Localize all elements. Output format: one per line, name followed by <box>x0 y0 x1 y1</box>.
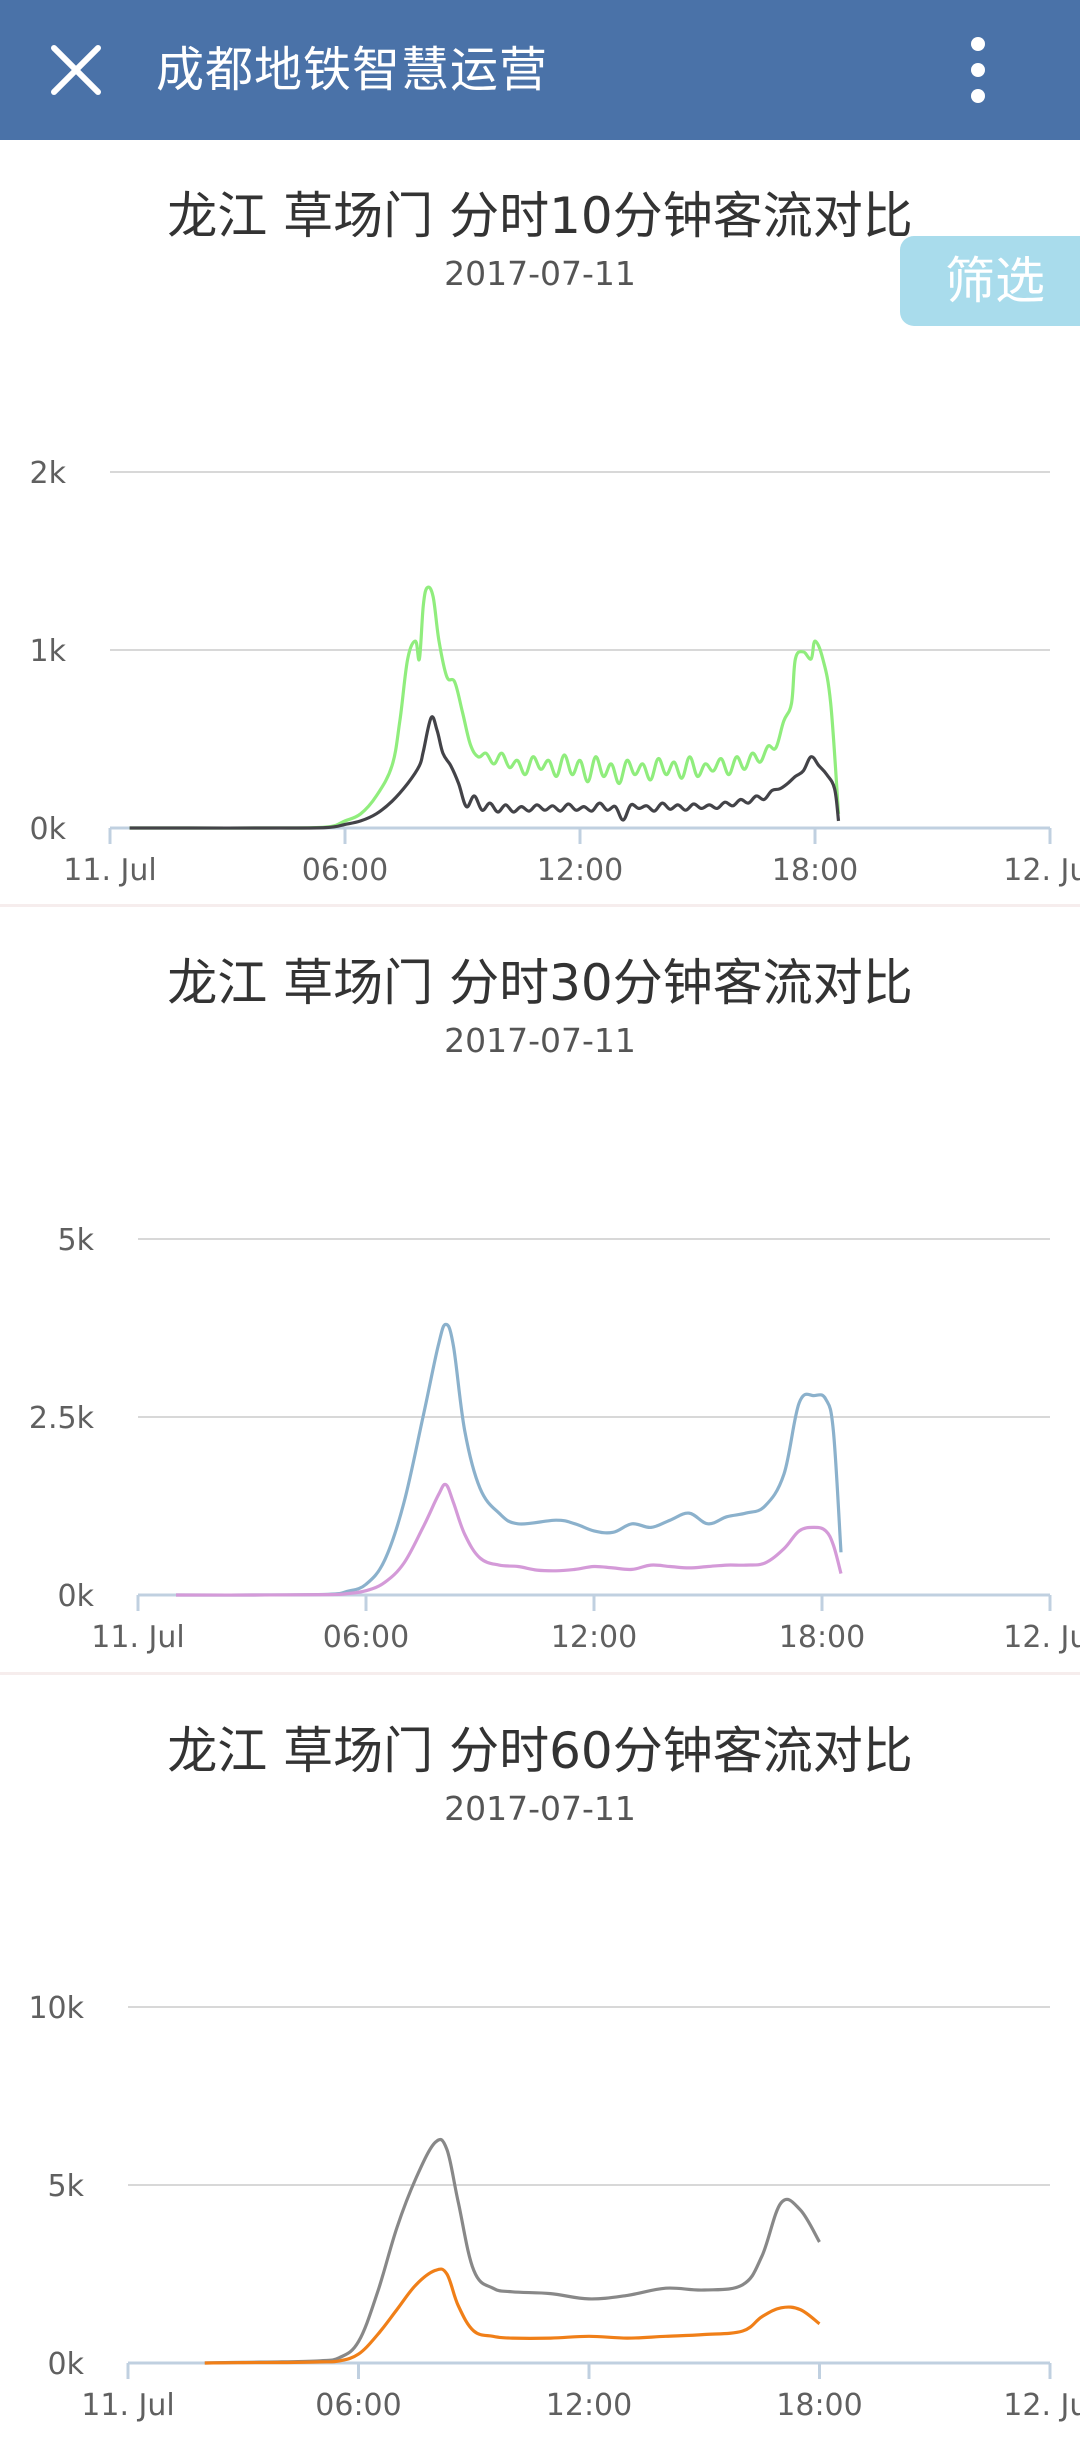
y-tick-label: 0k <box>58 1579 95 1614</box>
x-tick-label: 18:00 <box>776 2388 862 2423</box>
x-tick-label: 06:00 <box>323 1620 409 1655</box>
line-chart-30min: 0k2.5k5k11. Jul06:0012:0018:0012. Jul龙江草… <box>29 1223 1080 1655</box>
x-tick-label: 12:00 <box>546 2388 632 2423</box>
more-vertical-icon[interactable] <box>948 30 1008 110</box>
x-tick-label: 18:00 <box>779 1620 865 1655</box>
y-tick-label: 2k <box>30 456 67 491</box>
x-tick-label: 11. Jul <box>91 1620 184 1655</box>
app-title: 成都地铁智慧运营 <box>156 42 549 98</box>
app-bar: 成都地铁智慧运营 <box>0 0 1080 140</box>
y-tick-label: 5k <box>48 2169 85 2204</box>
x-tick-label: 12. Jul <box>1003 2388 1080 2423</box>
x-tick-label: 06:00 <box>302 853 388 888</box>
close-icon[interactable] <box>40 34 112 106</box>
series-line-1 <box>129 715 841 830</box>
chart-section-60min: 龙江 草场门 分时60分钟客流对比 2017-07-11 0k 5k 10k 11. … <box>0 1675 1080 2441</box>
x-tick-label: 12. Jul <box>1003 853 1080 888</box>
y-tick-label: 1k <box>30 634 67 669</box>
x-tick-label: 12:00 <box>537 853 623 888</box>
x-tick-label: 11. Jul <box>63 853 156 888</box>
x-tick-label: 18:00 <box>772 853 858 888</box>
x-tick-label: 06:00 <box>315 2388 401 2423</box>
series-line-1 <box>175 1482 843 1597</box>
y-tick-label: 10k <box>28 1991 84 2026</box>
y-tick-label: 2.5k <box>29 1401 95 1436</box>
y-tick-label: 0k <box>30 812 67 847</box>
series-line-0 <box>204 2137 821 2365</box>
line-chart-60min: 0k5k10k11. Jul06:0012:0018:0012. Jul龙江草场… <box>28 1991 1080 2423</box>
x-tick-label: 12:00 <box>551 1620 637 1655</box>
chart-section-30min: 龙江 草场门 分时30分钟客流对比 2017-07-11 0k 2.5k 5k 11.… <box>0 907 1080 1672</box>
filter-button[interactable]: 筛选 <box>900 236 1080 326</box>
y-tick-label: 5k <box>58 1223 95 1258</box>
series-line-1 <box>204 2267 821 2365</box>
series-line-0 <box>175 1322 843 1597</box>
x-tick-label: 12. Jul <box>1003 1620 1080 1655</box>
y-tick-label: 0k <box>48 2347 85 2382</box>
x-tick-label: 11. Jul <box>81 2388 174 2423</box>
series-line-0 <box>129 585 841 830</box>
